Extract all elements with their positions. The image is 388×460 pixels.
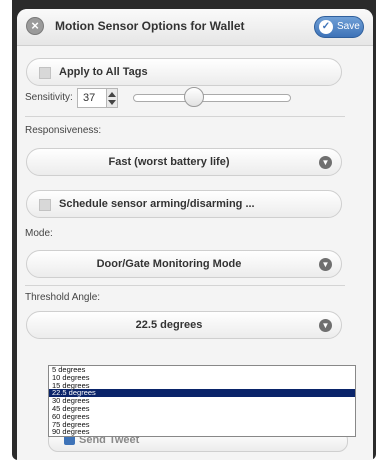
chevron-down-icon: ▼ [319, 156, 332, 169]
close-icon[interactable]: × [26, 17, 44, 35]
responsiveness-label: Responsiveness: [25, 125, 102, 136]
mode-select[interactable]: Door/Gate Monitoring Mode ▼ [26, 250, 342, 278]
list-option[interactable]: 30 degrees [49, 397, 355, 405]
chevron-down-icon: ▼ [319, 258, 332, 271]
dialog-title: Motion Sensor Options for Wallet [55, 19, 245, 33]
mode-value: Door/Gate Monitoring Mode [96, 258, 242, 270]
apply-all-label: Apply to All Tags [59, 66, 148, 78]
mode-label: Mode: [25, 228, 53, 239]
schedule-checkbox-box[interactable] [39, 199, 51, 211]
sensitivity-label: Sensitivity: [25, 92, 73, 103]
list-option-selected[interactable]: 22.5 degrees [49, 389, 355, 398]
divider [25, 116, 345, 117]
threshold-value: 22.5 degrees [135, 319, 203, 331]
check-icon: ✓ [319, 20, 333, 34]
chevron-down-icon: ▼ [319, 319, 332, 332]
sensitivity-value: 37 [83, 92, 96, 104]
save-button-label: Save [337, 21, 360, 32]
arrow-up-icon[interactable] [108, 92, 116, 97]
dialog-header: × Motion Sensor Options for Wallet ✓ Sav… [17, 9, 373, 46]
responsiveness-value: Fast (worst battery life) [108, 156, 230, 168]
apply-all-checkbox-box[interactable] [39, 67, 51, 79]
list-option[interactable]: 10 degrees [49, 373, 355, 382]
threshold-options-list[interactable]: 5 degrees 10 degrees 15 degrees 22.5 deg… [48, 365, 356, 437]
arrow-down-icon[interactable] [108, 100, 116, 105]
list-option[interactable]: 45 degrees [49, 405, 355, 413]
threshold-label: Threshold Angle: [25, 292, 101, 303]
list-option[interactable]: 60 degrees [49, 412, 355, 421]
apply-all-tags-checkbox[interactable]: Apply to All Tags [26, 58, 342, 86]
schedule-arming-checkbox[interactable]: Schedule sensor arming/disarming ... [26, 190, 342, 218]
divider [25, 285, 345, 286]
sensitivity-slider[interactable] [133, 94, 291, 102]
schedule-label: Schedule sensor arming/disarming ... [59, 198, 255, 210]
list-option[interactable]: 75 degrees [49, 420, 355, 429]
responsiveness-select[interactable]: Fast (worst battery life) ▼ [26, 148, 342, 176]
list-option[interactable]: 90 degrees [49, 428, 355, 436]
list-option[interactable]: 5 degrees [49, 366, 355, 374]
sensitivity-slider-thumb[interactable] [184, 87, 205, 107]
sensitivity-stepper[interactable] [106, 88, 118, 108]
threshold-select[interactable]: 22.5 degrees ▼ [26, 311, 342, 339]
save-button[interactable]: ✓ Save [314, 16, 364, 38]
